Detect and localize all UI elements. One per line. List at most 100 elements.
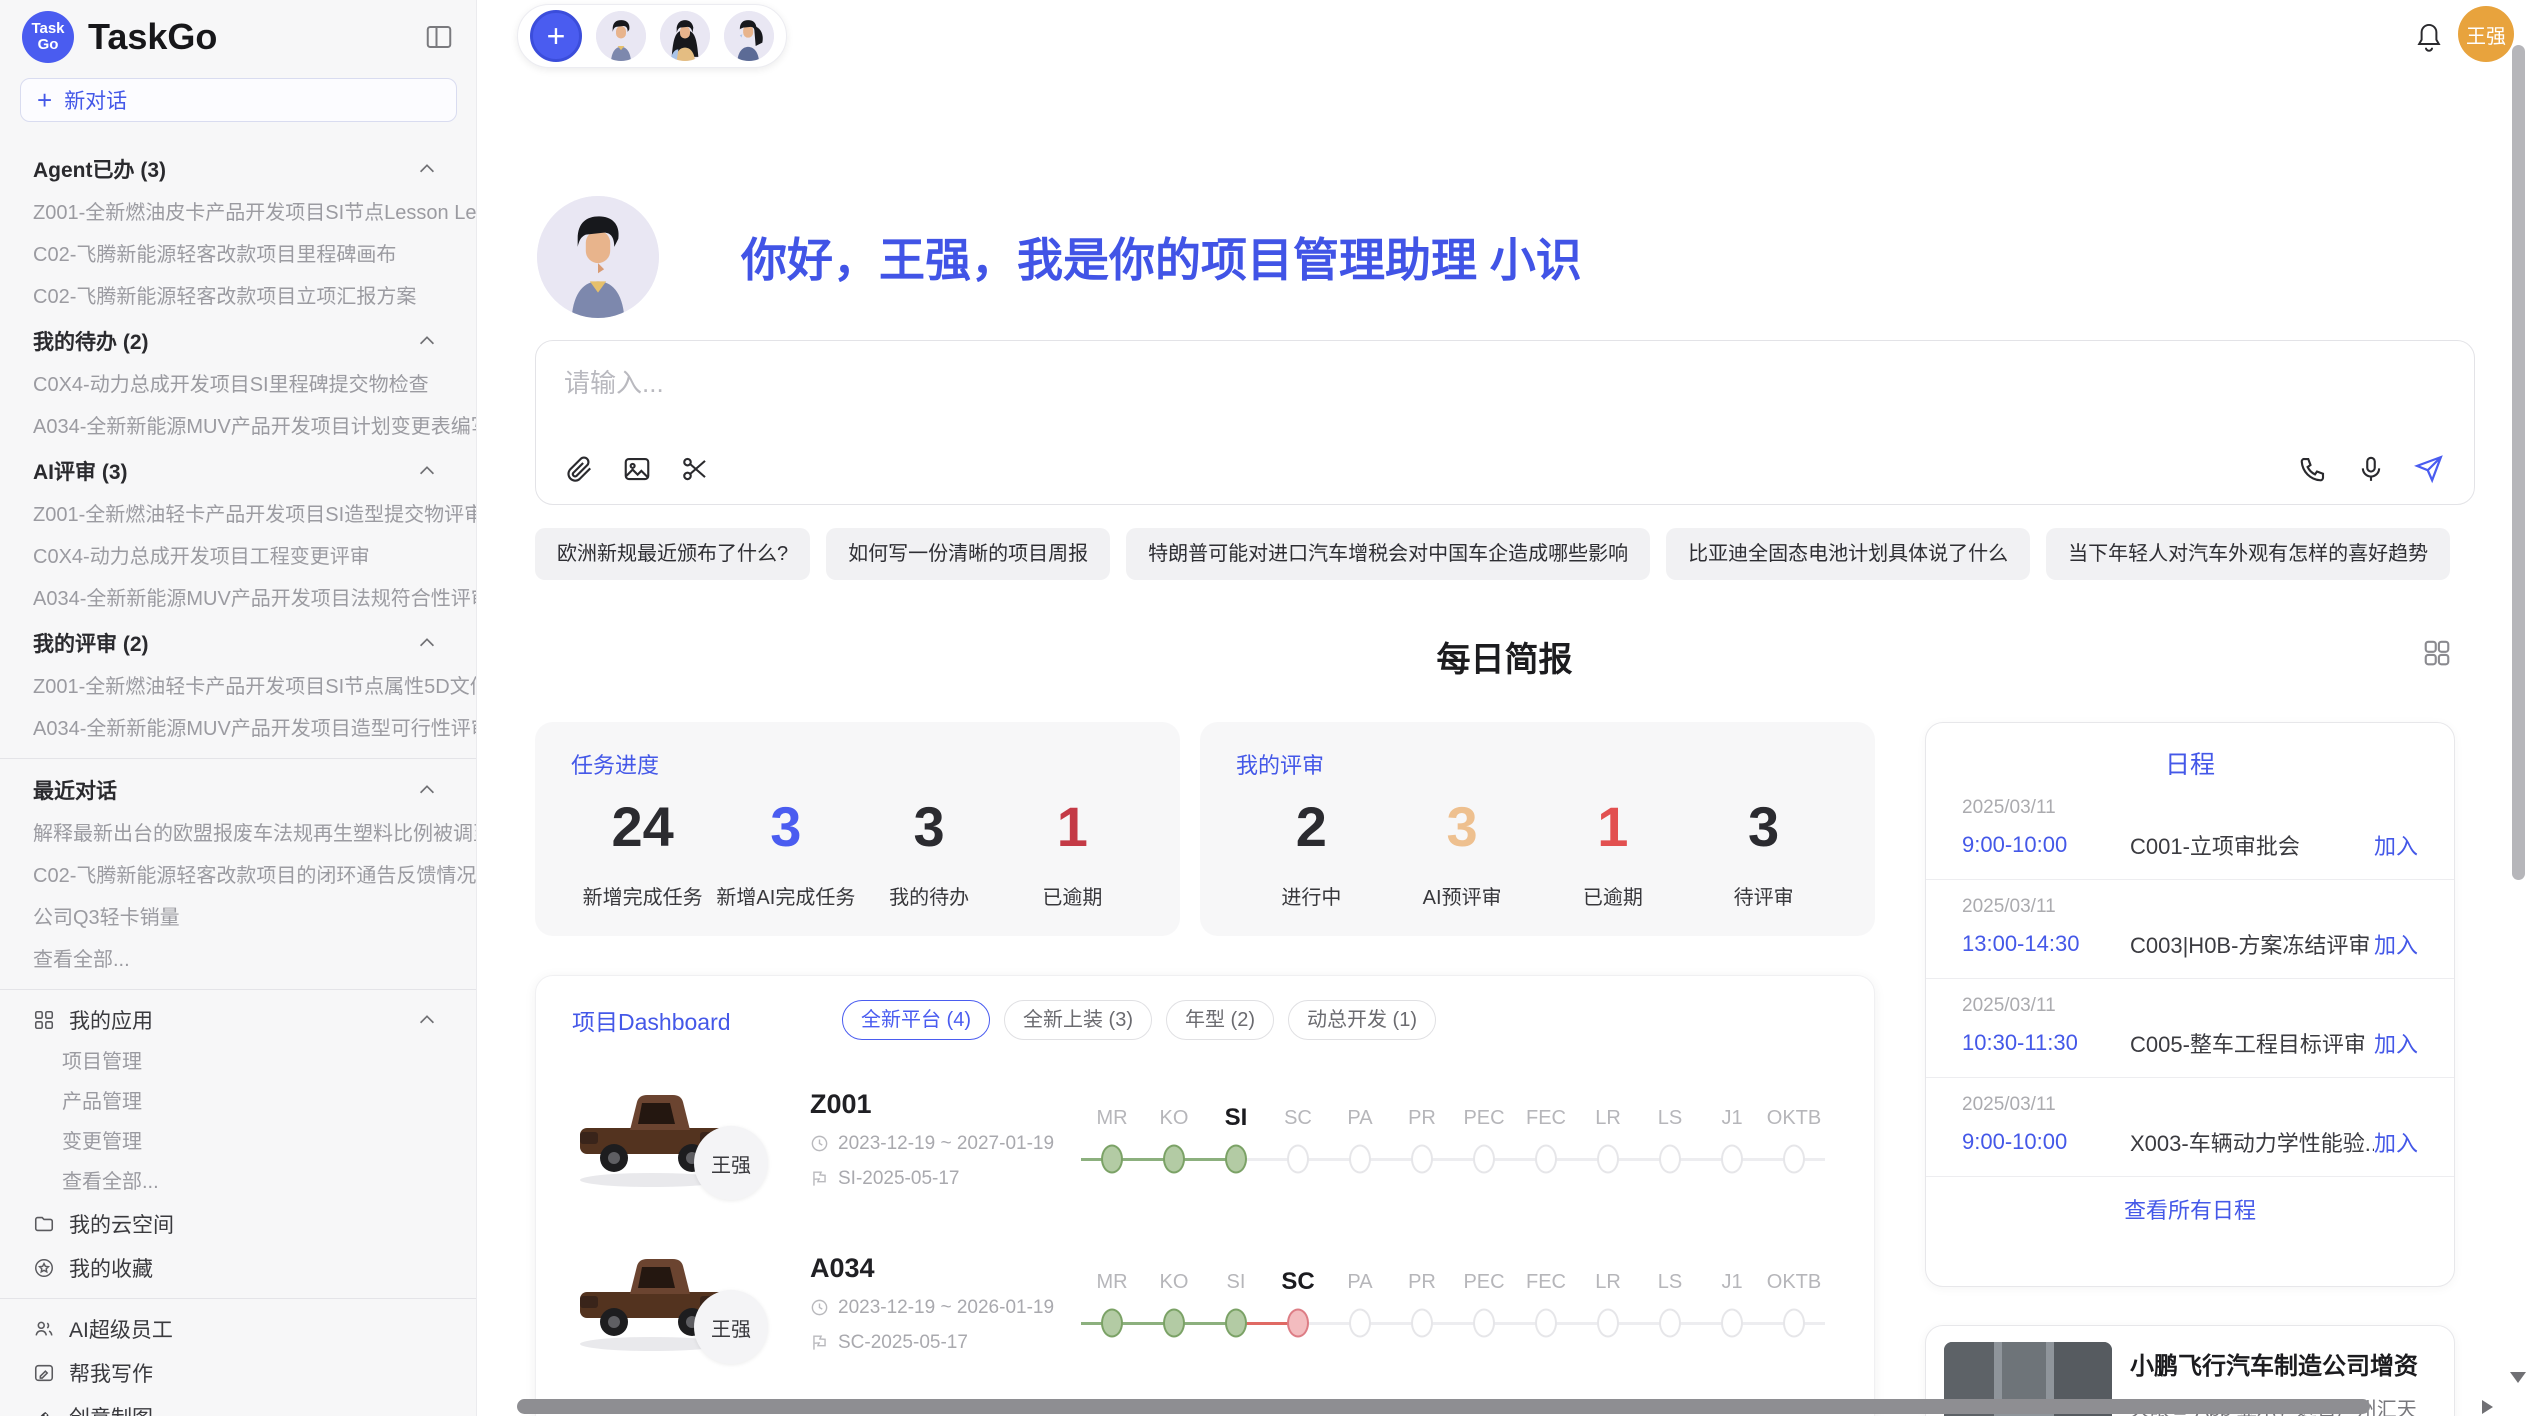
join-meeting-link[interactable]: 加入 xyxy=(2374,928,2418,960)
flag-icon xyxy=(810,1169,829,1188)
schedule-time: 9:00-10:00 xyxy=(1962,1129,2130,1155)
sidebar-item-cloud-space[interactable]: 我的云空间 xyxy=(0,1202,476,1246)
milestone-label: LR xyxy=(1577,1266,1639,1298)
task-item[interactable]: A034-全新新能源MUV产品开发项目造型可行性评审 xyxy=(0,708,476,750)
section-agent-done[interactable]: Agent已办 (3) xyxy=(0,146,476,192)
suggestion-chip[interactable]: 如何写一份清晰的项目周报 xyxy=(826,528,1110,580)
section-title: Agent已办 (3) xyxy=(33,154,166,184)
recent-chat-item[interactable]: 公司Q3轻卡销量 xyxy=(0,897,476,939)
project-row-z001[interactable]: 王强 Z001 2023-12-19 ~ 2027-01-19 SI-2025-… xyxy=(572,1074,1838,1204)
chevron-up-icon[interactable] xyxy=(416,158,438,180)
milestone-dot xyxy=(1267,1142,1329,1176)
section-recent-chats[interactable]: 最近对话 xyxy=(0,767,476,813)
sidebar-item-label: 我的收藏 xyxy=(69,1253,153,1283)
layout-grid-icon[interactable] xyxy=(2422,638,2452,668)
project-code: Z001 xyxy=(810,1089,1065,1120)
milestone-label: KO xyxy=(1143,1102,1205,1134)
milestone-dot xyxy=(1577,1142,1639,1176)
milestone-label-current: SI xyxy=(1205,1102,1267,1134)
view-all-apps[interactable]: 查看全部... xyxy=(0,1162,476,1202)
send-icon[interactable] xyxy=(2414,454,2446,486)
suggestion-chip[interactable]: 欧洲新规最近颁布了什么? xyxy=(535,528,810,580)
recent-chat-item[interactable]: C02-飞腾新能源轻客改款项目的闭环通告反馈情况 xyxy=(0,855,476,897)
task-item[interactable]: Z001-全新燃油轻卡产品开发项目SI造型提交物评审 xyxy=(0,494,476,536)
join-meeting-link[interactable]: 加入 xyxy=(2374,829,2418,861)
logo-line1: Task xyxy=(31,21,64,37)
suggestion-chip[interactable]: 比亚迪全固态电池计划具体说了什么 xyxy=(1666,528,2030,580)
stat-label: 进行中 xyxy=(1236,881,1387,910)
collapse-sidebar-icon[interactable] xyxy=(424,22,454,52)
notifications-bell-icon[interactable] xyxy=(2414,20,2444,52)
app-link-project-mgmt[interactable]: 项目管理 xyxy=(0,1042,476,1082)
milestone-dot xyxy=(1763,1306,1825,1340)
add-conversation-button[interactable]: + xyxy=(530,10,582,62)
project-row-a034[interactable]: 王强 A034 2023-12-19 ~ 2026-01-19 SC-2025-… xyxy=(572,1238,1838,1368)
phone-icon[interactable] xyxy=(2298,454,2330,486)
user-avatar[interactable]: 王强 xyxy=(2458,6,2514,62)
task-item[interactable]: A034-全新新能源MUV产品开发项目计划变更表编写 xyxy=(0,406,476,448)
section-my-review[interactable]: 我的评审 (2) xyxy=(0,620,476,666)
suggestion-chip[interactable]: 当下年轻人对汽车外观有怎样的喜好趋势 xyxy=(2046,528,2450,580)
stat-overdue: 1 已逾期 xyxy=(1001,794,1144,910)
chevron-up-icon[interactable] xyxy=(416,330,438,352)
task-progress-card: 任务进度 24 新增完成任务 3 新增AI完成任务 3 我的待办 1 已逾期 xyxy=(535,722,1180,936)
sidebar-item-creative-drawing[interactable]: 创意制图 xyxy=(0,1395,476,1416)
chevron-up-icon[interactable] xyxy=(416,779,438,801)
project-info: A034 2023-12-19 ~ 2026-01-19 SC-2025-05-… xyxy=(810,1253,1065,1354)
sidebar-item-my-apps[interactable]: 我的应用 xyxy=(0,998,476,1042)
task-item[interactable]: A034-全新新能源MUV产品开发项目法规符合性评审 xyxy=(0,578,476,620)
stat-label: 待评审 xyxy=(1688,881,1839,910)
task-item[interactable]: C02-飞腾新能源轻客改款项目里程碑画布 xyxy=(0,234,476,276)
sidebar-item-help-me-write[interactable]: 帮我写作 xyxy=(0,1351,476,1395)
tab-powertrain[interactable]: 动总开发 (1) xyxy=(1288,1000,1436,1040)
avatar-assistant-1[interactable] xyxy=(596,11,646,61)
daily-briefing-title: 每日简报 xyxy=(477,632,2532,681)
avatar-assistant-3[interactable] xyxy=(724,11,774,61)
join-meeting-link[interactable]: 加入 xyxy=(2374,1027,2418,1059)
milestone-dot xyxy=(1391,1142,1453,1176)
recent-chat-item[interactable]: 解释最新出台的欧盟报废车法规再生塑料比例被调至15%... xyxy=(0,813,476,855)
scissors-icon[interactable] xyxy=(680,454,712,486)
divider xyxy=(0,989,476,990)
avatar-assistant-2[interactable] xyxy=(660,11,710,61)
milestone-label: SC xyxy=(1267,1102,1329,1134)
milestone-dot xyxy=(1453,1306,1515,1340)
join-meeting-link[interactable]: 加入 xyxy=(2374,1126,2418,1158)
vertical-scrollbar[interactable] xyxy=(2512,45,2525,880)
milestone-label: PEC xyxy=(1453,1266,1515,1298)
tab-new-platform[interactable]: 全新平台 (4) xyxy=(842,1000,990,1040)
view-all-schedule-link[interactable]: 查看所有日程 xyxy=(1926,1193,2454,1225)
chat-composer[interactable]: 请输入... xyxy=(535,340,2475,505)
chevron-up-icon[interactable] xyxy=(416,460,438,482)
horizontal-scrollbar[interactable] xyxy=(517,1399,2370,1414)
task-item[interactable]: C0X4-动力总成开发项目SI里程碑提交物检查 xyxy=(0,364,476,406)
new-chat-button[interactable]: + 新对话 xyxy=(20,78,457,122)
stat-value: 24 xyxy=(571,794,714,859)
suggestion-chip[interactable]: 特朗普可能对进口汽车增税会对中国车企造成哪些影响 xyxy=(1126,528,1650,580)
attachment-icon[interactable] xyxy=(564,454,596,486)
image-icon[interactable] xyxy=(622,454,654,486)
scroll-right-arrow-icon[interactable] xyxy=(2482,1400,2493,1414)
task-item[interactable]: C02-飞腾新能源轻客改款项目立项汇报方案 xyxy=(0,276,476,318)
sidebar-item-ai-super-staff[interactable]: AI超级员工 xyxy=(0,1307,476,1351)
section-ai-review[interactable]: AI评审 (3) xyxy=(0,448,476,494)
milestone-label: LR xyxy=(1577,1102,1639,1134)
view-all-chats[interactable]: 查看全部... xyxy=(0,939,476,981)
task-item[interactable]: C0X4-动力总成开发项目工程变更评审 xyxy=(0,536,476,578)
section-my-todo[interactable]: 我的待办 (2) xyxy=(0,318,476,364)
stat-label: 我的待办 xyxy=(858,881,1001,910)
chevron-up-icon[interactable] xyxy=(416,1009,438,1031)
app-link-product-mgmt[interactable]: 产品管理 xyxy=(0,1082,476,1122)
microphone-icon[interactable] xyxy=(2356,454,2388,486)
sidebar-item-favorites[interactable]: 我的收藏 xyxy=(0,1246,476,1290)
tab-model-year[interactable]: 年型 (2) xyxy=(1166,1000,1274,1040)
tab-new-body[interactable]: 全新上装 (3) xyxy=(1004,1000,1152,1040)
task-item[interactable]: Z001-全新燃油皮卡产品开发项目SI节点Lesson Learn报告 xyxy=(0,192,476,234)
milestone-label: J1 xyxy=(1701,1102,1763,1134)
scroll-down-arrow-icon[interactable] xyxy=(2510,1372,2526,1383)
task-item[interactable]: Z001-全新燃油轻卡产品开发项目SI节点属性5D文件评审 xyxy=(0,666,476,708)
chevron-up-icon[interactable] xyxy=(416,632,438,654)
project-date-range: 2023-12-19 ~ 2027-01-19 xyxy=(838,1133,1054,1155)
app-link-change-mgmt[interactable]: 变更管理 xyxy=(0,1122,476,1162)
schedule-date: 2025/03/11 xyxy=(1962,896,2418,918)
